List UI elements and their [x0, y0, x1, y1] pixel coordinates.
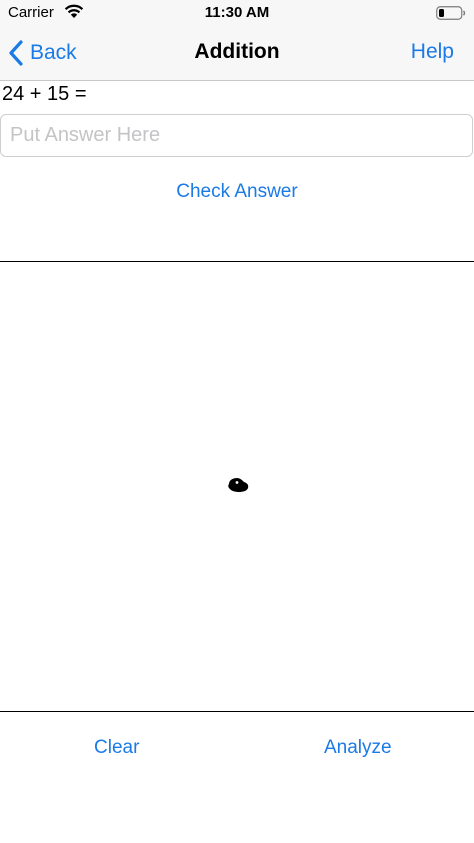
status-time: 11:30 AM — [204, 4, 270, 21]
page-title: Addition — [194, 40, 280, 63]
battery-icon — [436, 6, 466, 20]
analyze-button[interactable]: Analyze — [324, 737, 392, 759]
canvas-top-divider — [0, 261, 474, 262]
help-button[interactable]: Help — [411, 40, 454, 64]
question-label: 24 + 15 = — [2, 83, 87, 105]
navigation-bar: Back Addition Help — [0, 26, 474, 81]
clear-button[interactable]: Clear — [94, 737, 139, 759]
drawing-canvas[interactable] — [0, 263, 474, 711]
canvas-bottom-divider — [0, 711, 474, 712]
status-bar: Carrier 11:30 AM — [0, 0, 474, 26]
ink-stroke — [228, 478, 249, 492]
answer-input[interactable] — [0, 114, 473, 157]
check-answer-button[interactable]: Check Answer — [0, 181, 474, 203]
